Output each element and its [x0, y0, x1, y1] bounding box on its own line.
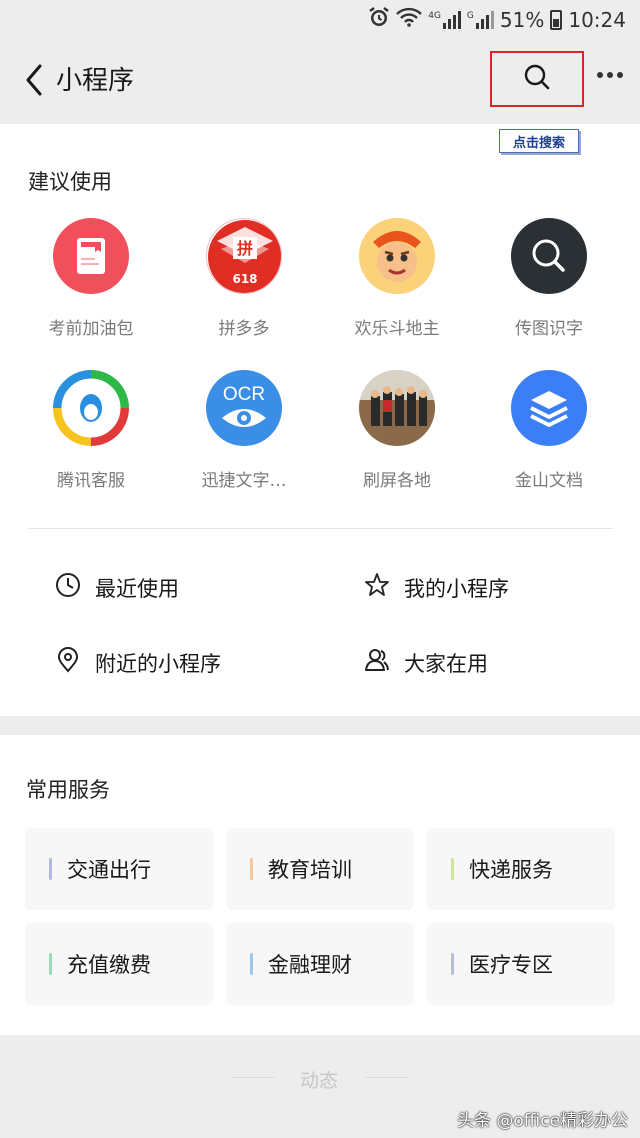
back-arrow-icon[interactable]: [20, 60, 50, 100]
page-title: 小程序: [56, 66, 135, 96]
cartoon-face-icon: [359, 218, 435, 294]
clock-icon: [55, 572, 81, 603]
status-bar: 4G G 51% 10:24: [0, 0, 640, 38]
search-icon: [523, 63, 551, 95]
clock-time: 10:24: [568, 7, 626, 32]
more-dot-icon: [617, 72, 623, 78]
service-accent-bar: [49, 858, 52, 880]
people-icon: [364, 647, 390, 678]
app-label: 迅捷文字…: [201, 471, 287, 491]
app-label: 腾讯客服: [57, 471, 125, 491]
service-label: 交通出行: [67, 858, 151, 882]
network-type-2-label: G: [466, 10, 474, 21]
service-card-recharge[interactable]: 充值缴费: [25, 923, 213, 1005]
app-item[interactable]: 考前加油包: [15, 218, 167, 339]
service-accent-bar: [451, 858, 454, 880]
svg-text:拼: 拼: [237, 239, 253, 258]
search-button[interactable]: [490, 51, 584, 107]
quick-link-my-miniprograms[interactable]: 我的小程序: [364, 572, 509, 603]
tencent-penguin-icon: [53, 370, 129, 446]
more-options-button[interactable]: [590, 60, 630, 90]
quick-link-label: 大家在用: [404, 651, 488, 676]
service-label: 医疗专区: [469, 953, 553, 977]
wifi-icon: [396, 7, 423, 32]
nav-bar: 小程序: [0, 38, 640, 124]
battery-icon: [550, 9, 563, 30]
app-label: 传图识字: [515, 319, 583, 339]
app-label: 考前加油包: [48, 319, 134, 339]
alarm-clock-icon: [368, 6, 390, 33]
app-label: 金山文档: [515, 471, 583, 491]
quick-link-popular[interactable]: 大家在用: [364, 647, 488, 678]
app-item[interactable]: 拼 618 拼多多: [168, 218, 320, 339]
quick-link-label: 我的小程序: [404, 576, 509, 601]
app-item[interactable]: 刷屏各地: [321, 370, 473, 491]
feed-label[interactable]: 动态: [300, 1066, 338, 1093]
service-card-education[interactable]: 教育培训: [226, 828, 414, 910]
service-label: 金融理财: [268, 953, 352, 977]
service-card-medical[interactable]: 医疗专区: [427, 923, 615, 1005]
pinduoduo-logo-icon: 拼 618: [206, 218, 282, 294]
more-dot-icon: [597, 72, 603, 78]
service-label: 充值缴费: [67, 953, 151, 977]
cellular-signal-2-icon: G: [466, 10, 494, 29]
service-accent-bar: [451, 953, 454, 975]
group-photo-icon: [359, 370, 435, 446]
search-icon: [511, 218, 587, 294]
network-type-label: 4G: [428, 10, 441, 21]
cellular-signal-icon: 4G: [428, 10, 461, 29]
service-label: 教育培训: [268, 858, 352, 882]
app-item[interactable]: 腾讯客服: [15, 370, 167, 491]
app-item[interactable]: 传图识字: [473, 218, 625, 339]
star-icon: [364, 572, 390, 603]
suggest-section-title: 建议使用: [28, 170, 112, 194]
service-card-finance[interactable]: 金融理财: [226, 923, 414, 1005]
book-icon: [53, 218, 129, 294]
app-label: 欢乐斗地主: [354, 319, 440, 339]
location-pin-icon: [55, 647, 81, 678]
divider: [28, 528, 613, 529]
service-accent-bar: [250, 858, 253, 880]
quick-link-recent[interactable]: 最近使用: [55, 572, 179, 603]
app-label: 拼多多: [218, 319, 270, 339]
ocr-text: OCR: [223, 384, 265, 405]
app-label: 刷屏各地: [363, 471, 431, 491]
service-accent-bar: [250, 953, 253, 975]
app-item[interactable]: 欢乐斗地主: [321, 218, 473, 339]
quick-link-label: 附近的小程序: [95, 651, 221, 676]
search-tooltip-annotation: 点击搜索: [499, 129, 579, 153]
feed-divider-left: [232, 1077, 274, 1078]
ocr-eye-icon: OCR: [206, 370, 282, 446]
more-dot-icon: [607, 72, 613, 78]
feed-divider-right: [366, 1077, 408, 1078]
services-section-title: 常用服务: [26, 778, 110, 802]
service-label: 快递服务: [469, 858, 553, 882]
stack-layers-icon: [511, 370, 587, 446]
svg-text:618: 618: [232, 272, 257, 286]
watermark-text: 头条 @office精彩办公: [457, 1111, 629, 1131]
service-card-delivery[interactable]: 快递服务: [427, 828, 615, 910]
battery-percent: 51%: [499, 7, 545, 32]
quick-link-label: 最近使用: [95, 576, 179, 601]
app-item[interactable]: OCR 迅捷文字…: [168, 370, 320, 491]
service-accent-bar: [49, 953, 52, 975]
quick-link-nearby[interactable]: 附近的小程序: [55, 647, 221, 678]
app-item[interactable]: 金山文档: [473, 370, 625, 491]
service-card-transport[interactable]: 交通出行: [25, 828, 213, 910]
